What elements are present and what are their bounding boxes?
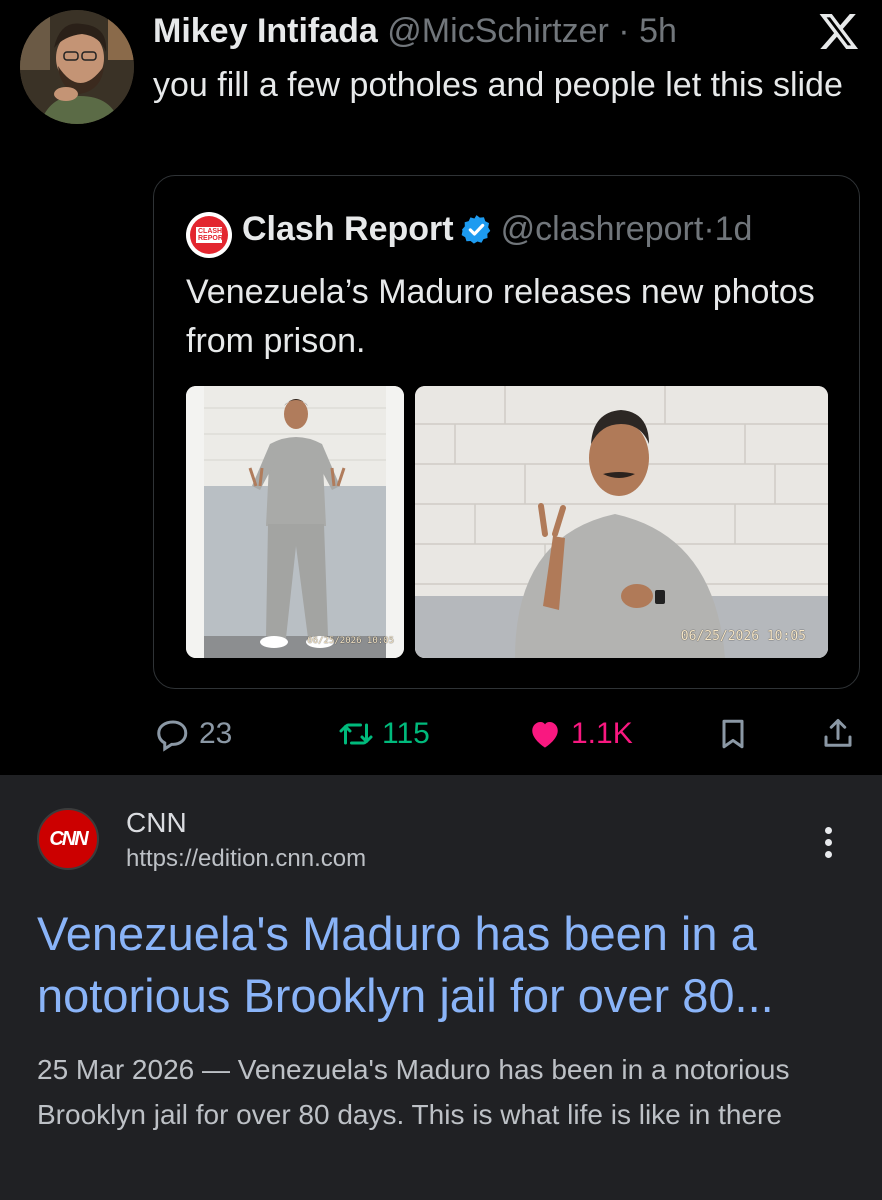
clash-report-logo[interactable]: CLASH REPORT (186, 212, 232, 258)
heart-icon (532, 722, 558, 748)
quote-separator-dot: · (703, 210, 715, 248)
cnn-favicon[interactable]: CNN (37, 808, 99, 870)
separator-dot: · (618, 12, 630, 50)
share-button[interactable] (820, 712, 864, 756)
quoted-tweet[interactable]: CLASH REPORT Clash Report @clashreport ·… (153, 175, 860, 689)
quote-author-handle[interactable]: @clashreport (501, 210, 704, 249)
post-time[interactable]: 5h (639, 12, 677, 50)
tweet-text: you fill a few potholes and people let t… (153, 66, 843, 104)
kebab-dot (824, 839, 832, 846)
quote-text: Venezuela’s Maduro releases new photos f… (186, 273, 815, 360)
photo-1-timestamp: 06/25/2026 10:05 (307, 636, 394, 646)
photo-portrait-image (415, 386, 828, 658)
quote-photo-2[interactable]: 06/25/2026 10:05 (415, 386, 828, 658)
kebab-dot (824, 827, 832, 834)
x-logo-icon (819, 14, 859, 50)
result-title-link[interactable]: Venezuela's Maduro has been in a notorio… (37, 903, 857, 1027)
quote-post-time[interactable]: 1d (715, 210, 753, 249)
bookmark-icon (722, 719, 744, 749)
like-button[interactable]: 1.1K (527, 712, 633, 756)
verified-badge-icon (461, 215, 490, 244)
clash-report-logo-text: CLASH REPORT (196, 227, 228, 243)
result-site-name[interactable]: CNN (126, 807, 187, 839)
author-handle[interactable]: @MicSchirtzer (387, 12, 609, 50)
retweet-button[interactable]: 115 (338, 712, 430, 756)
result-url[interactable]: https://edition.cnn.com (126, 845, 366, 873)
more-options-icon[interactable] (818, 827, 838, 863)
avatar-image (20, 10, 134, 124)
author-avatar[interactable] (20, 10, 134, 124)
reply-count: 23 (199, 717, 233, 750)
kebab-dot (824, 851, 832, 858)
tweet-action-bar: 23 115 1.1K (0, 712, 882, 762)
retweet-icon (339, 723, 373, 745)
reply-button[interactable]: 23 (155, 712, 232, 756)
result-snippet: 25 Mar 2026 — Venezuela's Maduro has bee… (37, 1054, 790, 1130)
clash-report-logo-badge: CLASH REPORT (190, 216, 228, 254)
reply-icon (157, 720, 188, 752)
quote-header: Clash Report @clashreport · 1d (242, 210, 752, 249)
quote-photo-1[interactable]: 06/25/2026 10:05 (186, 386, 404, 658)
like-count: 1.1K (571, 717, 633, 750)
tweet: Mikey Intifada @MicSchirtzer · 5h you fi… (0, 0, 882, 775)
search-result-card: CNN CNN https://edition.cnn.com Venezuel… (0, 775, 882, 1200)
author-name[interactable]: Mikey Intifada (153, 12, 378, 50)
quote-author-name[interactable]: Clash Report (242, 210, 454, 249)
photo-2-timestamp: 06/25/2026 10:05 (680, 629, 806, 644)
tweet-header: Mikey Intifada @MicSchirtzer · 5h (153, 12, 677, 51)
photo-full-body-image (186, 386, 404, 658)
share-icon (824, 719, 852, 747)
bookmark-button[interactable] (715, 712, 759, 756)
cnn-logo-text: CNN (49, 827, 88, 850)
retweet-count: 115 (382, 717, 430, 750)
